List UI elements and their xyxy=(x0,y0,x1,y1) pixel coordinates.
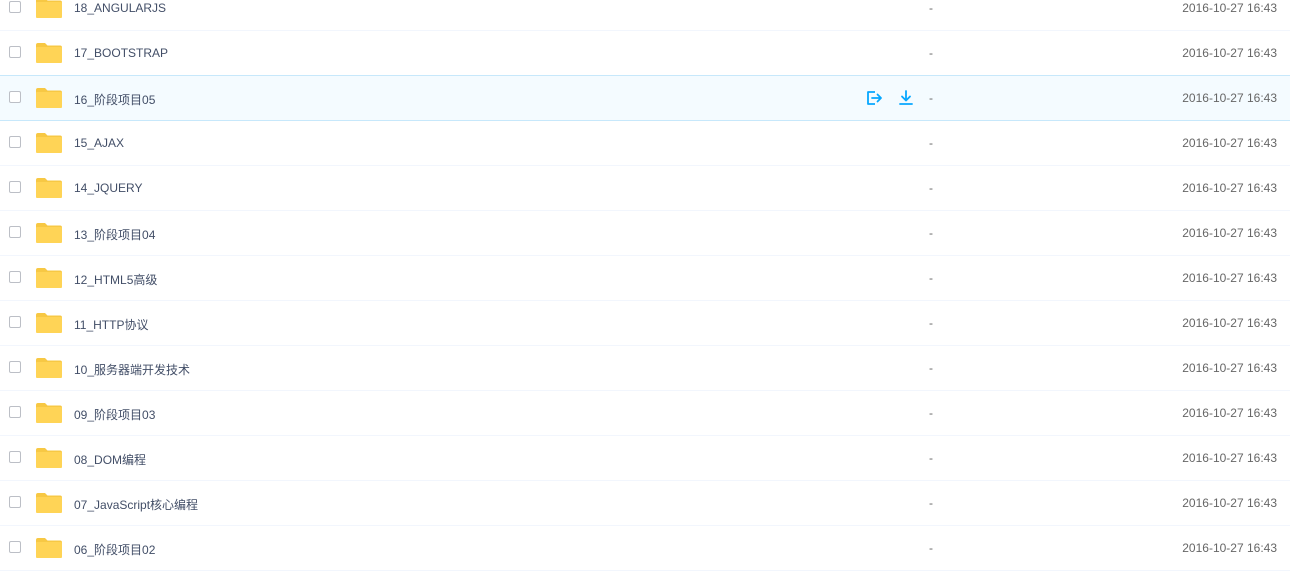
row-checkbox[interactable] xyxy=(9,451,21,463)
file-row[interactable]: 08_DOM编程 - 2016-10-27 16:43 xyxy=(0,436,1290,481)
file-date: 2016-10-27 16:43 xyxy=(1182,1,1277,15)
file-row[interactable]: 13_阶段项目04 - 2016-10-27 16:43 xyxy=(0,211,1290,256)
file-name[interactable]: 17_BOOTSTRAP xyxy=(74,46,168,60)
row-checkbox[interactable] xyxy=(9,361,21,373)
file-row[interactable]: 11_HTTP协议 - 2016-10-27 16:43 xyxy=(0,301,1290,346)
file-size: - xyxy=(929,271,933,285)
file-name[interactable]: 16_阶段项目05 xyxy=(74,91,155,108)
folder-icon xyxy=(35,537,63,559)
file-row[interactable]: 18_ANGULARJS - 2016-10-27 16:43 xyxy=(0,0,1290,31)
file-date: 2016-10-27 16:43 xyxy=(1182,91,1277,105)
folder-icon xyxy=(35,177,63,199)
file-size: - xyxy=(929,181,933,195)
file-date: 2016-10-27 16:43 xyxy=(1182,451,1277,465)
row-checkbox[interactable] xyxy=(9,226,21,238)
share-icon[interactable] xyxy=(865,89,883,107)
download-icon[interactable] xyxy=(897,89,915,107)
row-checkbox[interactable] xyxy=(9,181,21,193)
folder-icon xyxy=(35,267,63,289)
folder-icon xyxy=(35,447,63,469)
file-size: - xyxy=(929,361,933,375)
file-date: 2016-10-27 16:43 xyxy=(1182,496,1277,510)
file-date: 2016-10-27 16:43 xyxy=(1182,271,1277,285)
file-size: - xyxy=(929,406,933,420)
folder-icon xyxy=(35,0,63,19)
file-date: 2016-10-27 16:43 xyxy=(1182,541,1277,555)
folder-icon xyxy=(35,42,63,64)
file-list: 18_ANGULARJS -2016-10-27 16:43 17_BOOTSTRA… xyxy=(0,0,1290,571)
folder-icon xyxy=(35,357,63,379)
row-checkbox[interactable] xyxy=(9,316,21,328)
file-row[interactable]: 14_JQUERY - 2016-10-27 16:43 xyxy=(0,166,1290,211)
file-date: 2016-10-27 16:43 xyxy=(1182,406,1277,420)
row-checkbox[interactable] xyxy=(9,496,21,508)
file-name[interactable]: 14_JQUERY xyxy=(74,181,142,195)
file-row[interactable]: 10_服务器端开发技术 - 2016-10-27 16:43 xyxy=(0,346,1290,391)
file-size: - xyxy=(929,226,933,240)
folder-icon xyxy=(35,402,63,424)
file-size: - xyxy=(929,91,933,105)
file-row[interactable]: 12_HTML5高级 - 2016-10-27 16:43 xyxy=(0,256,1290,301)
file-row[interactable]: 15_AJAX - 2016-10-27 16:43 xyxy=(0,121,1290,166)
file-row[interactable]: 09_阶段项目03 - 2016-10-27 16:43 xyxy=(0,391,1290,436)
folder-icon xyxy=(35,87,63,109)
file-size: - xyxy=(929,46,933,60)
file-date: 2016-10-27 16:43 xyxy=(1182,316,1277,330)
row-checkbox[interactable] xyxy=(9,541,21,553)
file-size: - xyxy=(929,136,933,150)
row-checkbox[interactable] xyxy=(9,136,21,148)
row-checkbox[interactable] xyxy=(9,271,21,283)
file-name[interactable]: 06_阶段项目02 xyxy=(74,541,155,558)
file-date: 2016-10-27 16:43 xyxy=(1182,361,1277,375)
file-row[interactable]: 16_阶段项目05 - 2016-10-27 16:43 xyxy=(0,75,1290,121)
row-checkbox[interactable] xyxy=(9,406,21,418)
file-size: - xyxy=(929,451,933,465)
file-row[interactable]: 17_BOOTSTRAP - 2016-10-27 16:43 xyxy=(0,31,1290,76)
folder-icon xyxy=(35,312,63,334)
folder-icon xyxy=(35,132,63,154)
file-name[interactable]: 08_DOM编程 xyxy=(74,451,146,468)
file-date: 2016-10-27 16:43 xyxy=(1182,136,1277,150)
file-size: - xyxy=(929,316,933,330)
file-name[interactable]: 18_ANGULARJS xyxy=(74,1,166,15)
file-name[interactable]: 10_服务器端开发技术 xyxy=(74,361,190,378)
file-date: 2016-10-27 16:43 xyxy=(1182,181,1277,195)
file-name[interactable]: 13_阶段项目04 xyxy=(74,226,155,243)
file-name[interactable]: 11_HTTP协议 xyxy=(74,316,148,333)
file-date: 2016-10-27 16:43 xyxy=(1182,226,1277,240)
file-name[interactable]: 07_JavaScript核心编程 xyxy=(74,496,198,513)
file-row[interactable]: 06_阶段项目02 - 2016-10-27 16:43 xyxy=(0,526,1290,571)
folder-icon xyxy=(35,222,63,244)
file-date: 2016-10-27 16:43 xyxy=(1182,46,1277,60)
folder-icon xyxy=(35,492,63,514)
file-name[interactable]: 12_HTML5高级 xyxy=(74,271,157,288)
file-size: - xyxy=(929,1,933,15)
file-size: - xyxy=(929,496,933,510)
file-row[interactable]: 07_JavaScript核心编程 - 2016-10-27 16:43 xyxy=(0,481,1290,526)
file-size: - xyxy=(929,541,933,555)
row-checkbox[interactable] xyxy=(9,46,21,58)
row-checkbox[interactable] xyxy=(9,91,21,103)
file-name[interactable]: 09_阶段项目03 xyxy=(74,406,155,423)
row-checkbox[interactable] xyxy=(9,1,21,13)
file-name[interactable]: 15_AJAX xyxy=(74,136,124,150)
